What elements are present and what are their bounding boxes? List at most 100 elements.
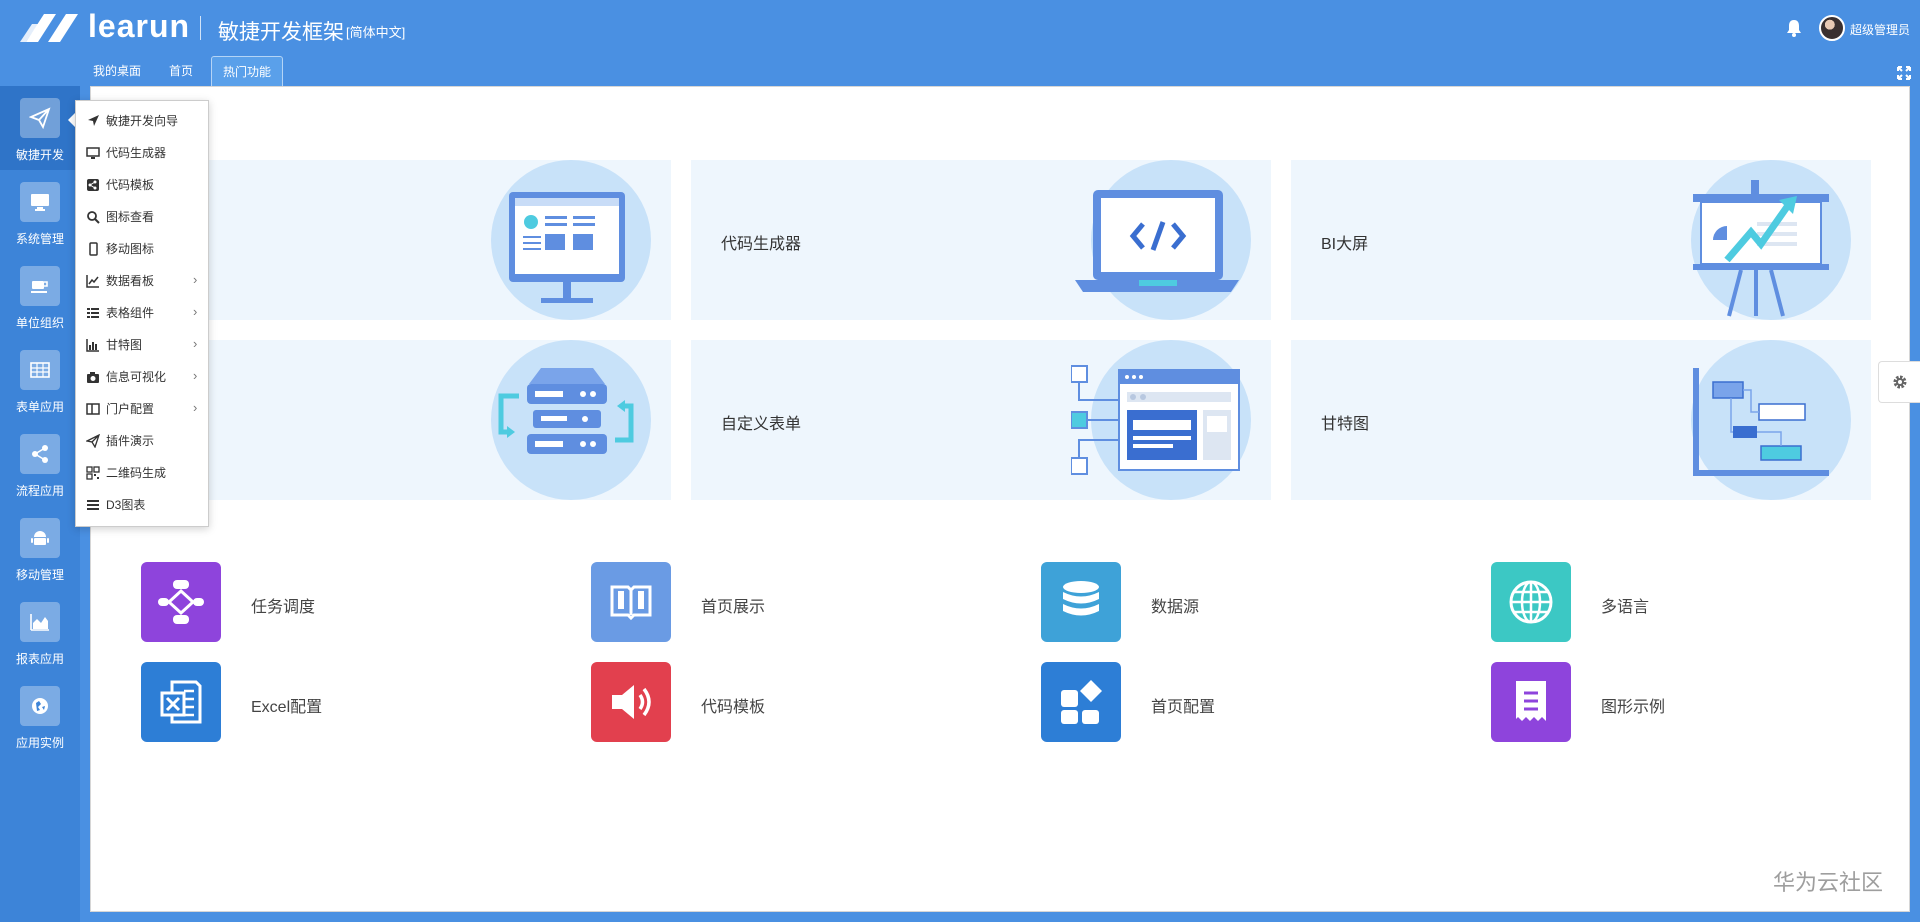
menu-item-plugin-demo[interactable]: 插件演示: [76, 425, 208, 457]
feature-card-gantt[interactable]: 甘特图: [1291, 340, 1871, 500]
card-label: 甘特图: [1321, 416, 1370, 433]
card-label: BI大屏: [1321, 236, 1369, 253]
sidebar-item-organization[interactable]: 单位组织: [0, 254, 80, 338]
receipt-icon: [1491, 662, 1571, 742]
watermark: 华为云社区: [1773, 870, 1884, 895]
gantt-chart-illustration: [1671, 340, 1851, 500]
sidebar-item-mobile[interactable]: 移动管理: [0, 506, 80, 590]
menu-item-code-template[interactable]: 代码模板: [76, 169, 208, 201]
settings-button[interactable]: [1878, 361, 1920, 403]
sidebar-item-label: 表单应用: [15, 400, 64, 414]
main-content: 代码生成器 BI大屏 自定义表单 甘特图 任务调度 首页展示 数据源 多语言 E…: [90, 86, 1910, 912]
tab-home[interactable]: 首页: [158, 56, 204, 86]
presentation-board-illustration: [1671, 160, 1851, 320]
menu-item-label: 数据看板: [106, 274, 155, 288]
menu-item-label: 代码模板: [106, 178, 155, 192]
search-icon: [87, 211, 100, 224]
sidebar-item-label: 流程应用: [15, 484, 64, 498]
menu-item-table-component[interactable]: 表格组件 ›: [76, 297, 208, 329]
app-label: 首页配置: [1151, 699, 1216, 716]
speaker-icon: [591, 662, 671, 742]
bell-icon[interactable]: [1784, 18, 1804, 38]
gear-icon: [1893, 375, 1906, 389]
tab-hot-features[interactable]: 热门功能: [211, 56, 284, 86]
card-label: 自定义表单: [721, 416, 802, 433]
app-graphic-examples[interactable]: 图形示例: [1491, 662, 1920, 742]
menu-item-label: 插件演示: [106, 434, 155, 448]
app-homepage-config[interactable]: 首页配置: [1041, 662, 1481, 742]
app-code-template[interactable]: 代码模板: [591, 662, 1031, 742]
menu-item-dev-wizard[interactable]: 敏捷开发向导: [76, 105, 208, 137]
menu-item-label: 图标查看: [106, 210, 155, 224]
app-label: 代码模板: [701, 699, 766, 716]
avatar[interactable]: [1819, 15, 1845, 41]
menu-item-mobile-icons[interactable]: 移动图标: [76, 233, 208, 265]
menu-item-label: 信息可视化: [106, 370, 167, 384]
sidebar-item-label: 敏捷开发: [15, 148, 64, 162]
agile-dev-dropdown-menu: 敏捷开发向导 代码生成器 代码模板 图标查看 移动图标 数据看板 › 表格组件 …: [75, 100, 209, 527]
bar-chart-icon: [86, 339, 99, 352]
tab-bar: 我的桌面 首页 热门功能: [80, 56, 1920, 86]
menu-item-gantt[interactable]: 甘特图 ›: [76, 329, 208, 361]
app-label: 多语言: [1601, 599, 1650, 616]
sidebar-item-examples[interactable]: 应用实例: [0, 674, 80, 758]
app-label: 任务调度: [251, 599, 316, 616]
app-excel-config[interactable]: Excel配置: [141, 662, 581, 742]
feature-card-code-generator[interactable]: 代码生成器: [691, 160, 1271, 320]
sidebar-item-forms[interactable]: 表单应用: [0, 338, 80, 422]
monitor-icon: [20, 182, 60, 222]
sidebar-item-label: 报表应用: [15, 652, 64, 666]
app-multi-language[interactable]: 多语言: [1491, 562, 1920, 642]
table-icon: [20, 350, 60, 390]
menu-item-label: 代码生成器: [106, 146, 167, 160]
bars-icon: [87, 500, 99, 510]
chevron-right-icon: ›: [193, 336, 198, 351]
android-icon: [20, 518, 60, 558]
menu-item-portal-config[interactable]: 门户配置 ›: [76, 393, 208, 425]
app-data-source[interactable]: 数据源: [1041, 562, 1481, 642]
camera-icon: [87, 372, 99, 383]
menu-item-icon-viewer[interactable]: 图标查看: [76, 201, 208, 233]
tab-my-desktop[interactable]: 我的桌面: [82, 56, 152, 86]
menu-item-label: 敏捷开发向导: [106, 114, 179, 128]
feature-card-custom-form[interactable]: 自定义表单: [691, 340, 1271, 500]
chevron-right-icon: ›: [193, 304, 198, 319]
menu-item-label: 甘特图: [106, 338, 143, 352]
chevron-right-icon: ›: [193, 368, 198, 383]
list-icon: [87, 308, 99, 318]
app-label: 数据源: [1151, 599, 1200, 616]
paper-plane-icon: [20, 98, 60, 138]
columns-icon: [86, 403, 100, 415]
sidebar-item-agile-dev[interactable]: 敏捷开发: [0, 86, 80, 170]
line-chart-icon: [86, 275, 99, 288]
username[interactable]: 超级管理员: [1850, 21, 1910, 38]
app-task-scheduling[interactable]: 任务调度: [141, 562, 581, 642]
qrcode-icon: [86, 466, 100, 480]
sidebar-item-system[interactable]: 系统管理: [0, 170, 80, 254]
menu-item-qrcode[interactable]: 二维码生成: [76, 457, 208, 489]
globe-icon: [1491, 562, 1571, 642]
menu-item-data-board[interactable]: 数据看板 ›: [76, 265, 208, 297]
sidebar-item-label: 移动管理: [15, 568, 64, 582]
laptop-code-illustration: [1071, 160, 1251, 320]
language-switch[interactable]: [简体中文]: [346, 22, 405, 41]
fullscreen-icon[interactable]: [1897, 66, 1911, 80]
book-icon: [591, 562, 671, 642]
sidebar-item-workflow[interactable]: 流程应用: [0, 422, 80, 506]
share-icon: [20, 434, 60, 474]
menu-item-code-generator[interactable]: 代码生成器: [76, 137, 208, 169]
send-icon: [86, 434, 100, 448]
app-homepage-display[interactable]: 首页展示: [591, 562, 1031, 642]
app-label: 首页展示: [701, 599, 766, 616]
area-chart-icon: [20, 602, 60, 642]
menu-item-d3-charts[interactable]: D3图表: [76, 489, 208, 521]
sidebar-item-label: 单位组织: [15, 316, 64, 330]
workflow-icon: [141, 562, 221, 642]
globe-icon: [20, 686, 60, 726]
brand-separator: [200, 16, 201, 40]
feature-card-bi-screen[interactable]: BI大屏: [1291, 160, 1871, 320]
app-title: 敏捷开发框架: [218, 21, 344, 44]
sidebar-item-reports[interactable]: 报表应用: [0, 590, 80, 674]
menu-item-info-visualization[interactable]: 信息可视化 ›: [76, 361, 208, 393]
excel-icon: [141, 662, 221, 742]
